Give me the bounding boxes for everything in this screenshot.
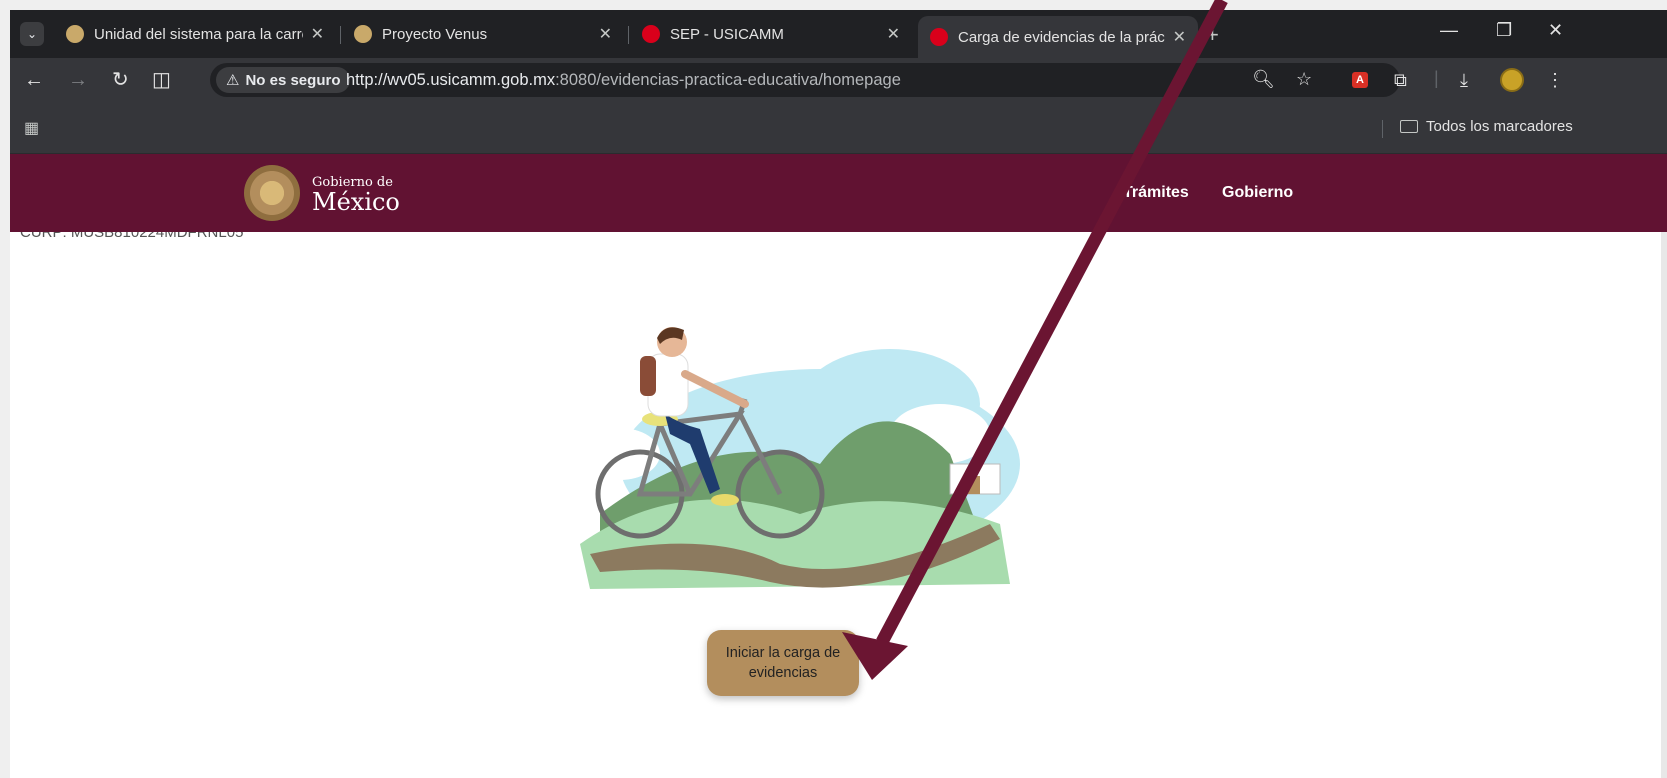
tab-divider (340, 26, 341, 44)
tab-strip: ⌄ Unidad del sistema para la carre ✕ Pro… (10, 10, 1667, 58)
toolbar-divider: | (1434, 68, 1439, 88)
tab-title: SEP - USICAMM (670, 25, 784, 43)
tab-favicon-icon (642, 25, 660, 43)
url-host: http://wv05.usicamm.gob.mx (346, 71, 556, 89)
zoom-icon[interactable]: 🔍︎ (1252, 69, 1275, 90)
tab-divider (628, 26, 629, 44)
url-path: :8080/evidencias-practica-educativa/home… (555, 71, 901, 89)
address-bar[interactable]: ⚠ No es seguro http://wv05.usicamm.gob.m… (210, 63, 1400, 97)
tab-favicon-icon (354, 25, 372, 43)
nav-gobierno[interactable]: Gobierno (1222, 184, 1293, 202)
security-label: No es seguro (245, 71, 341, 89)
tab-search-icon[interactable]: ⌄ (20, 22, 44, 46)
restore-icon[interactable]: ❐ (1496, 20, 1512, 41)
close-icon[interactable]: ✕ (599, 24, 612, 44)
tab-title: Proyecto Venus (382, 25, 488, 43)
tab-title: Unidad del sistema para la carre (94, 25, 303, 43)
nav-tramites[interactable]: Trámites (1123, 184, 1189, 202)
split-view-icon[interactable]: ◫ (152, 68, 171, 92)
apps-grid-icon[interactable]: ▦ (24, 118, 39, 138)
back-icon[interactable]: ← (24, 68, 44, 92)
all-bookmarks-button[interactable]: Todos los marcadores (1400, 118, 1573, 135)
rider-shoe (711, 494, 739, 506)
all-bookmarks-label: Todos los marcadores (1426, 118, 1573, 135)
browser-window: ⌄ Unidad del sistema para la carre ✕ Pro… (10, 10, 1667, 778)
close-icon[interactable]: ✕ (311, 24, 324, 44)
forward-icon[interactable]: → (68, 68, 88, 92)
security-chip[interactable]: ⚠ No es seguro (216, 67, 351, 93)
tab-favicon-icon (66, 25, 84, 43)
download-icon[interactable]: ⤓ (1460, 70, 1468, 91)
browser-toolbar: ← → ↻ ◫ ⚠ No es seguro http://wv05.usica… (10, 58, 1667, 102)
menu-kebab-icon[interactable]: ⋮ (1546, 70, 1564, 91)
close-icon[interactable]: ✕ (1173, 27, 1186, 47)
warning-icon: ⚠ (226, 72, 240, 89)
cyclist-illustration (580, 327, 1020, 589)
pdf-extension-icon[interactable]: A (1352, 72, 1368, 88)
page-content: Gobierno de México Trámites Gobierno CUR… (10, 154, 1667, 778)
close-icon[interactable]: ✕ (887, 24, 900, 44)
rider-backpack (640, 356, 656, 396)
tab-unidad-sistema[interactable]: Unidad del sistema para la carre ✕ (54, 16, 336, 52)
mexico-seal-logo[interactable] (244, 165, 300, 221)
tab-sep-usicamm[interactable]: SEP - USICAMM ✕ (630, 16, 912, 52)
close-window-icon[interactable]: ✕ (1548, 20, 1563, 41)
curp-label: CURP: MUSB810224MDFRNL05 (20, 232, 244, 241)
tab-title: Carga de evidencias de la prácti (958, 28, 1165, 46)
gov-header: Gobierno de México Trámites Gobierno (10, 154, 1667, 232)
folder-icon (1400, 120, 1418, 133)
house-door (968, 476, 980, 494)
url-text[interactable]: http://wv05.usicamm.gob.mx:8080/evidenci… (346, 71, 901, 90)
extensions-puzzle-icon[interactable]: ⧉ (1394, 70, 1407, 91)
minimize-icon[interactable]: — (1440, 20, 1458, 41)
gov-brand[interactable]: Gobierno de México (312, 176, 400, 216)
scrollbar[interactable] (1661, 232, 1667, 778)
start-upload-button[interactable]: Iniciar la carga de evidencias (707, 630, 859, 696)
tab-proyecto-venus[interactable]: Proyecto Venus ✕ (342, 16, 624, 52)
tab-favicon-icon (930, 28, 948, 46)
new-tab-plus-icon[interactable]: + (1206, 22, 1219, 48)
tab-carga-evidencias[interactable]: Carga de evidencias de la prácti ✕ (918, 16, 1198, 58)
brand-big: México (312, 188, 400, 216)
reload-icon[interactable]: ↻ (112, 68, 129, 92)
bookmarks-divider (1382, 120, 1383, 138)
bookmarks-bar: ▦ Todos los marcadores (10, 102, 1667, 154)
profile-avatar[interactable] (1500, 68, 1524, 92)
star-bookmark-icon[interactable]: ☆ (1296, 69, 1312, 90)
